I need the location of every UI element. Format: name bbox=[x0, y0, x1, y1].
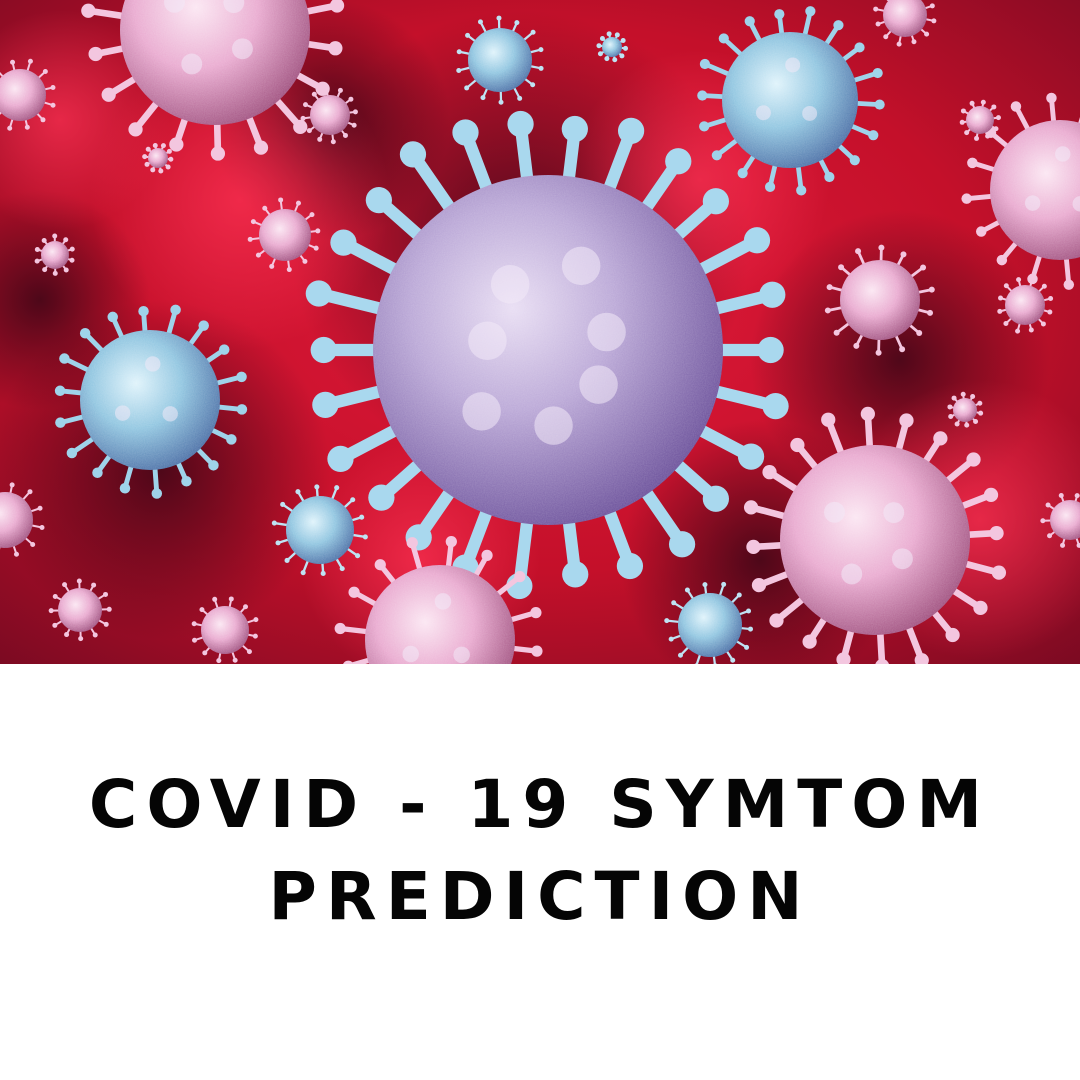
poster: COVID - 19 SYMTOM PREDICTION bbox=[0, 0, 1080, 1080]
hero-image bbox=[0, 0, 1080, 664]
virus-illustration bbox=[0, 0, 1080, 664]
title-line-1: COVID - 19 SYMTOM bbox=[88, 766, 992, 843]
title-line-2: PREDICTION bbox=[268, 858, 812, 935]
caption-area: COVID - 19 SYMTOM PREDICTION bbox=[0, 664, 1080, 1080]
